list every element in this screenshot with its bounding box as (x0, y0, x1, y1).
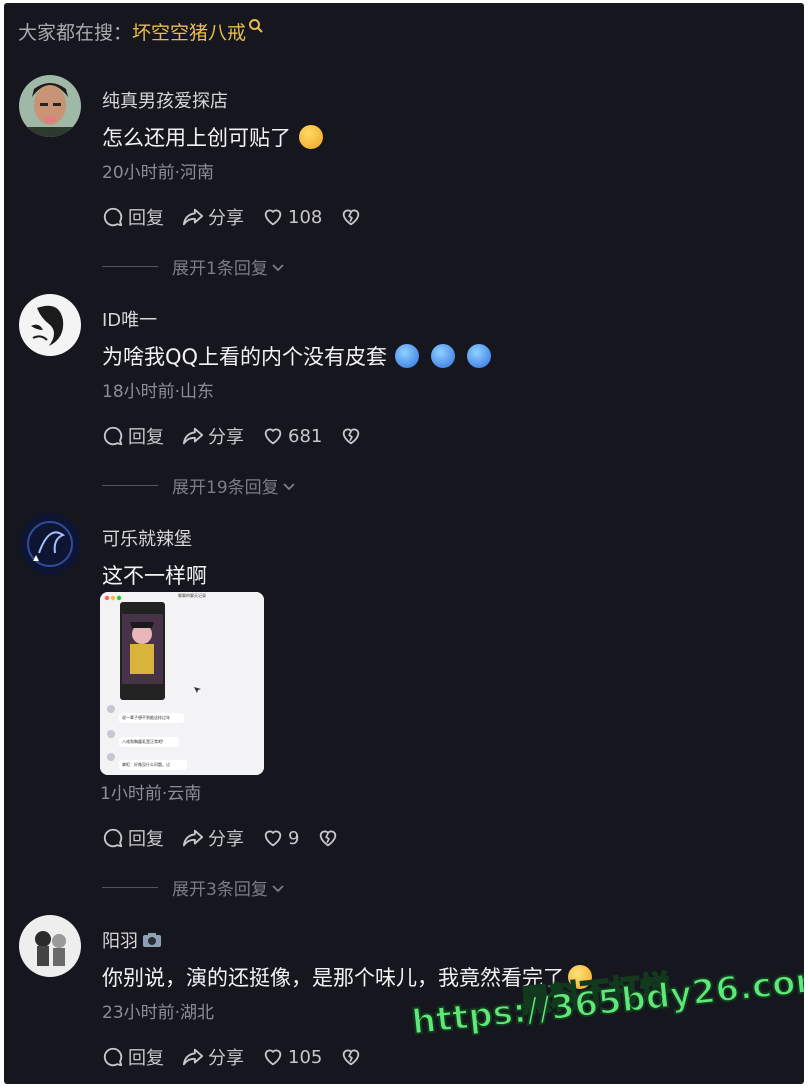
comment-meta: 23小时前·湖北 (102, 1003, 215, 1023)
share-icon (182, 208, 204, 226)
reply-label: 回复 (128, 208, 164, 229)
comment-image[interactable]: 聊聊的聊天记录 说一辈子想不到能这样过年 八戒和胸露乳是正常吧! 掌柜：好像没什… (100, 592, 264, 775)
reply-icon (103, 207, 123, 227)
comment-text-content: 你别说，演的还挺像，是那个味儿，我竟然看完了 (102, 966, 564, 990)
heart-icon (264, 209, 282, 226)
share-button[interactable]: 分享 (182, 1044, 244, 1070)
image-window-title: 聊聊的聊天记录 (178, 593, 206, 598)
broken-heart-icon (343, 1049, 360, 1066)
expand-replies-button[interactable]: 展开19条回复 (102, 473, 297, 498)
grin-emoji-icon (299, 125, 323, 149)
username[interactable]: 可乐就辣堡 (102, 525, 192, 551)
comment-text-content: 怎么还用上创可贴了 (102, 126, 291, 150)
reply-label: 回复 (128, 1048, 164, 1069)
chevron-down-icon (283, 482, 295, 490)
image-chat-bubble: 八戒和胸露乳是正常吧! (122, 739, 164, 744)
divider-line (102, 887, 158, 888)
share-button[interactable]: 分享 (182, 204, 244, 230)
username[interactable]: 纯真男孩爱探店 (102, 87, 228, 113)
comment-text: 这不一样啊 (102, 564, 207, 588)
expand-replies-button[interactable]: 展开1条回复 (102, 254, 286, 279)
like-button[interactable]: 105 (262, 1046, 322, 1068)
comment-text: 怎么还用上创可贴了 (102, 122, 323, 152)
dislike-button[interactable] (340, 206, 366, 228)
avatar[interactable] (19, 294, 81, 356)
username-text: 阳羽 (102, 931, 138, 952)
comment-text-content: 为啥我QQ上看的内个没有皮套 (102, 345, 388, 369)
comment-meta: 20小时前·河南 (102, 163, 215, 183)
like-count: 105 (288, 1046, 323, 1068)
like-count: 681 (288, 425, 323, 447)
sweat-emoji-icon (431, 344, 456, 368)
reply-icon (103, 1047, 123, 1067)
reply-button[interactable]: 回复 (102, 1044, 164, 1070)
comment-actions: 回复 分享 108 (102, 204, 366, 230)
like-button[interactable]: 108 (262, 206, 322, 228)
reply-button[interactable]: 回复 (102, 423, 164, 449)
comment-actions: 回复 分享 9 (102, 825, 343, 851)
share-button[interactable]: 分享 (182, 825, 244, 851)
comment-panel: 大家都在搜： 坏空空猪八戒 纯真男孩爱探店 怎么还用上创可贴了 20小时前·河南… (4, 3, 804, 1084)
chevron-down-icon (272, 884, 284, 892)
hot-search-term[interactable]: 坏空空猪八戒 (132, 18, 246, 45)
comment-text: 为啥我QQ上看的内个没有皮套 (102, 341, 492, 371)
reply-icon (103, 828, 123, 848)
avatar[interactable] (19, 75, 81, 137)
hot-search-prefix: 大家都在搜： (18, 21, 133, 44)
broken-heart-icon (343, 428, 360, 445)
comment-meta: 18小时前·山东 (102, 382, 215, 402)
share-icon (182, 427, 204, 445)
reply-button[interactable]: 回复 (102, 204, 164, 230)
image-chat-bubble: 说一辈子想不到能这样过年 (122, 715, 170, 720)
broken-heart-icon (343, 209, 360, 226)
share-label: 分享 (208, 829, 244, 850)
sweat-emoji-icon (467, 344, 492, 368)
expand-replies-button[interactable]: 展开3条回复 (102, 875, 286, 900)
username[interactable]: ID唯一 (102, 306, 157, 332)
reply-icon (103, 426, 123, 446)
divider-line (102, 485, 158, 486)
search-icon (249, 19, 263, 33)
comment-actions: 回复 分享 105 (102, 1044, 366, 1070)
share-label: 分享 (208, 208, 244, 229)
share-icon (182, 1048, 204, 1066)
reply-label: 回复 (128, 427, 164, 448)
dislike-button[interactable] (340, 1046, 366, 1068)
heart-icon (264, 428, 282, 445)
share-icon (182, 829, 204, 847)
chevron-down-icon (272, 263, 284, 271)
hot-search-bar[interactable]: 大家都在搜： 坏空空猪八戒 (18, 16, 264, 46)
reply-label: 回复 (128, 829, 164, 850)
like-button[interactable]: 9 (262, 827, 299, 849)
username[interactable]: 阳羽 (102, 927, 162, 953)
like-count: 9 (288, 827, 300, 849)
dislike-button[interactable] (340, 425, 366, 447)
comment-actions: 回复 分享 681 (102, 423, 366, 449)
expand-replies-label: 展开1条回复 (172, 259, 268, 279)
share-label: 分享 (208, 1048, 244, 1069)
avatar[interactable] (19, 915, 81, 977)
expand-replies-label: 展开3条回复 (172, 880, 268, 900)
like-count: 108 (288, 206, 323, 228)
heart-icon (264, 830, 282, 847)
camera-icon (143, 933, 161, 947)
share-label: 分享 (208, 427, 244, 448)
sweat-emoji-icon (395, 344, 420, 368)
divider-line (102, 266, 158, 267)
dislike-button[interactable] (317, 827, 343, 849)
reply-button[interactable]: 回复 (102, 825, 164, 851)
avatar[interactable] (19, 513, 81, 575)
like-button[interactable]: 681 (262, 425, 322, 447)
image-chat-bubble: 掌柜：好像没什么问题。过 (122, 762, 170, 767)
broken-heart-icon (320, 830, 337, 847)
expand-replies-label: 展开19条回复 (172, 478, 279, 498)
share-button[interactable]: 分享 (182, 423, 244, 449)
comment-meta: 1小时前·云南 (100, 784, 202, 804)
heart-icon (264, 1049, 282, 1066)
